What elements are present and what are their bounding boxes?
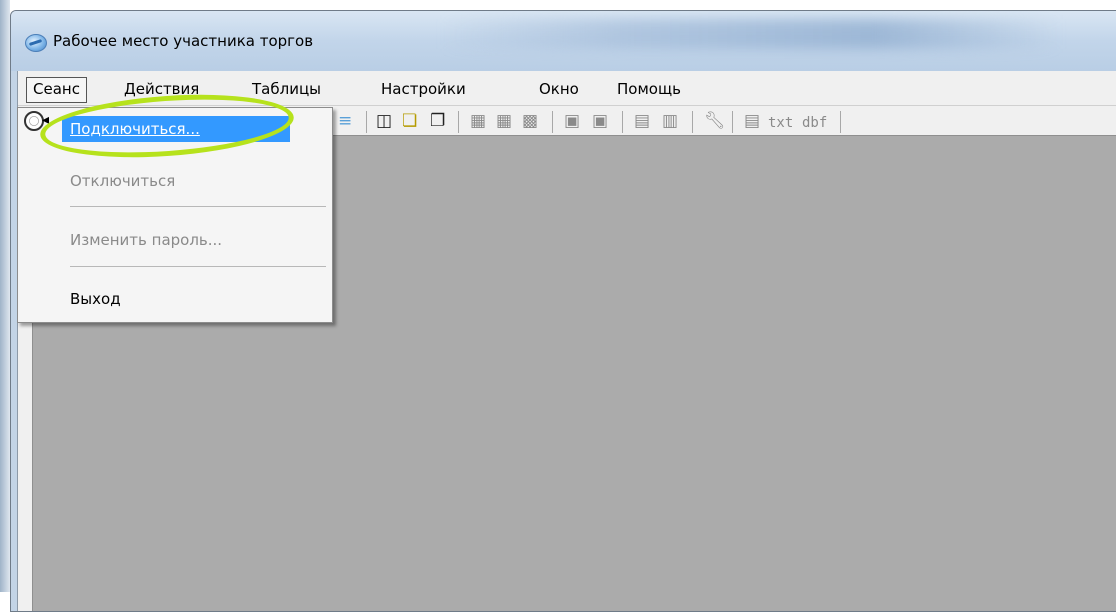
export-icon[interactable]: ▣ [564, 111, 580, 131]
app-icon[interactable] [25, 34, 47, 52]
folder-yellow-icon[interactable]: ❏ [402, 111, 417, 131]
panel-icon[interactable]: ◫ [376, 111, 392, 131]
menu-settings[interactable]: Настройки [375, 77, 472, 101]
export-dbf-button[interactable]: dbf [802, 113, 827, 133]
title-bar[interactable]: Рабочее место участника торгов [11, 11, 1116, 71]
connection-icon [24, 111, 44, 131]
connection-icon-arrow: ◂ [42, 112, 50, 128]
menu-actions[interactable]: Действия [118, 77, 205, 101]
menu-session[interactable]: Сеанс [26, 77, 87, 103]
desktop-edge [0, 0, 10, 592]
toolbar-separator [840, 111, 841, 133]
grid-edit-icon[interactable]: ▦ [496, 111, 512, 131]
toolbar-separator [692, 111, 693, 133]
doc-icon[interactable]: ▤ [634, 111, 650, 131]
menu-separator [70, 206, 326, 207]
export-txt-button[interactable]: txt [768, 113, 793, 133]
toolbar-separator [552, 111, 553, 133]
import-icon[interactable]: ▣ [592, 111, 608, 131]
wrench-icon[interactable]: 🔧︎ [704, 111, 726, 131]
partial-tool-icon[interactable]: ≡ [338, 111, 352, 131]
menu-item-exit[interactable]: Выход [18, 286, 330, 312]
menu-window[interactable]: Окно [533, 77, 585, 101]
folder-outline-icon[interactable]: ❐ [430, 111, 445, 131]
toolbar-separator [366, 111, 367, 133]
menu-tables[interactable]: Таблицы [246, 77, 327, 101]
menu-help[interactable]: Помощь [611, 77, 687, 101]
window-title: Рабочее место участника торгов [53, 32, 314, 50]
menu-item-disconnect[interactable]: Отключиться [18, 168, 330, 194]
toolbar-separator [732, 111, 733, 133]
title-glare [441, 19, 1061, 49]
menu-separator [70, 266, 326, 267]
menu-item-change-password[interactable]: Изменить пароль... [18, 227, 330, 253]
menu-bar: Сеанс Действия Таблицы Настройки Окно По… [18, 77, 1116, 103]
toolbar-separator [622, 111, 623, 133]
doc-alt-icon[interactable]: ▥ [662, 111, 678, 131]
grid-icon[interactable]: ▦ [470, 111, 486, 131]
table-icon[interactable]: ▤ [744, 111, 760, 131]
toolbar-separator [458, 111, 459, 133]
session-dropdown-menu: ◂ Подключиться... Отключиться Изменить п… [17, 107, 333, 323]
menu-item-connect[interactable]: Подключиться... [62, 116, 290, 142]
grid-delete-icon[interactable]: ▩ [522, 111, 538, 131]
